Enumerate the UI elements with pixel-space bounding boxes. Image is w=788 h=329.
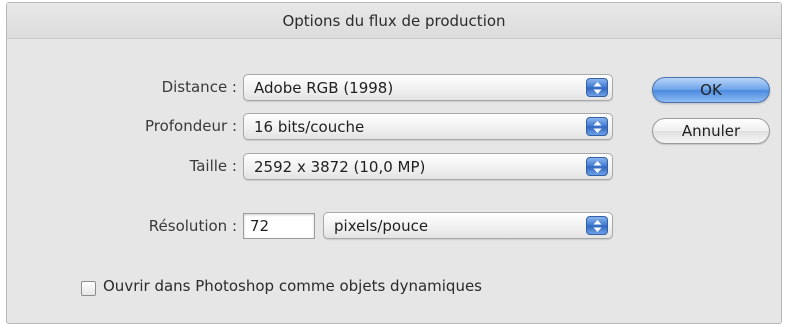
taille-label: Taille : <box>189 157 237 175</box>
resolution-unit-popup[interactable]: pixels/pouce <box>323 212 613 239</box>
popup-arrows-icon <box>586 216 608 235</box>
smart-objects-label[interactable]: Ouvrir dans Photoshop comme objets dynam… <box>103 277 482 295</box>
profondeur-popup[interactable]: 16 bits/couche <box>243 113 613 140</box>
resolution-label: Résolution : <box>148 217 237 235</box>
distance-label: Distance : <box>161 78 237 96</box>
popup-arrows-icon <box>586 157 608 176</box>
popup-arrows-icon <box>586 78 608 97</box>
taille-popup[interactable]: 2592 x 3872 (10,0 MP) <box>243 153 613 180</box>
resolution-input[interactable]: 72 <box>243 213 315 239</box>
ok-button[interactable]: OK <box>652 77 770 103</box>
resolution-unit-value: pixels/pouce <box>334 217 429 235</box>
profondeur-value: 16 bits/couche <box>254 118 365 136</box>
smart-objects-checkbox[interactable] <box>81 281 96 296</box>
taille-value: 2592 x 3872 (10,0 MP) <box>254 158 426 176</box>
profondeur-label: Profondeur : <box>144 117 237 135</box>
distance-popup[interactable]: Adobe RGB (1998) <box>243 74 613 101</box>
dialog-title: Options du flux de production <box>7 3 781 39</box>
cancel-button[interactable]: Annuler <box>652 118 770 144</box>
workflow-options-dialog: Options du flux de production Distance :… <box>6 2 782 324</box>
popup-arrows-icon <box>586 117 608 136</box>
distance-value: Adobe RGB (1998) <box>254 79 394 97</box>
